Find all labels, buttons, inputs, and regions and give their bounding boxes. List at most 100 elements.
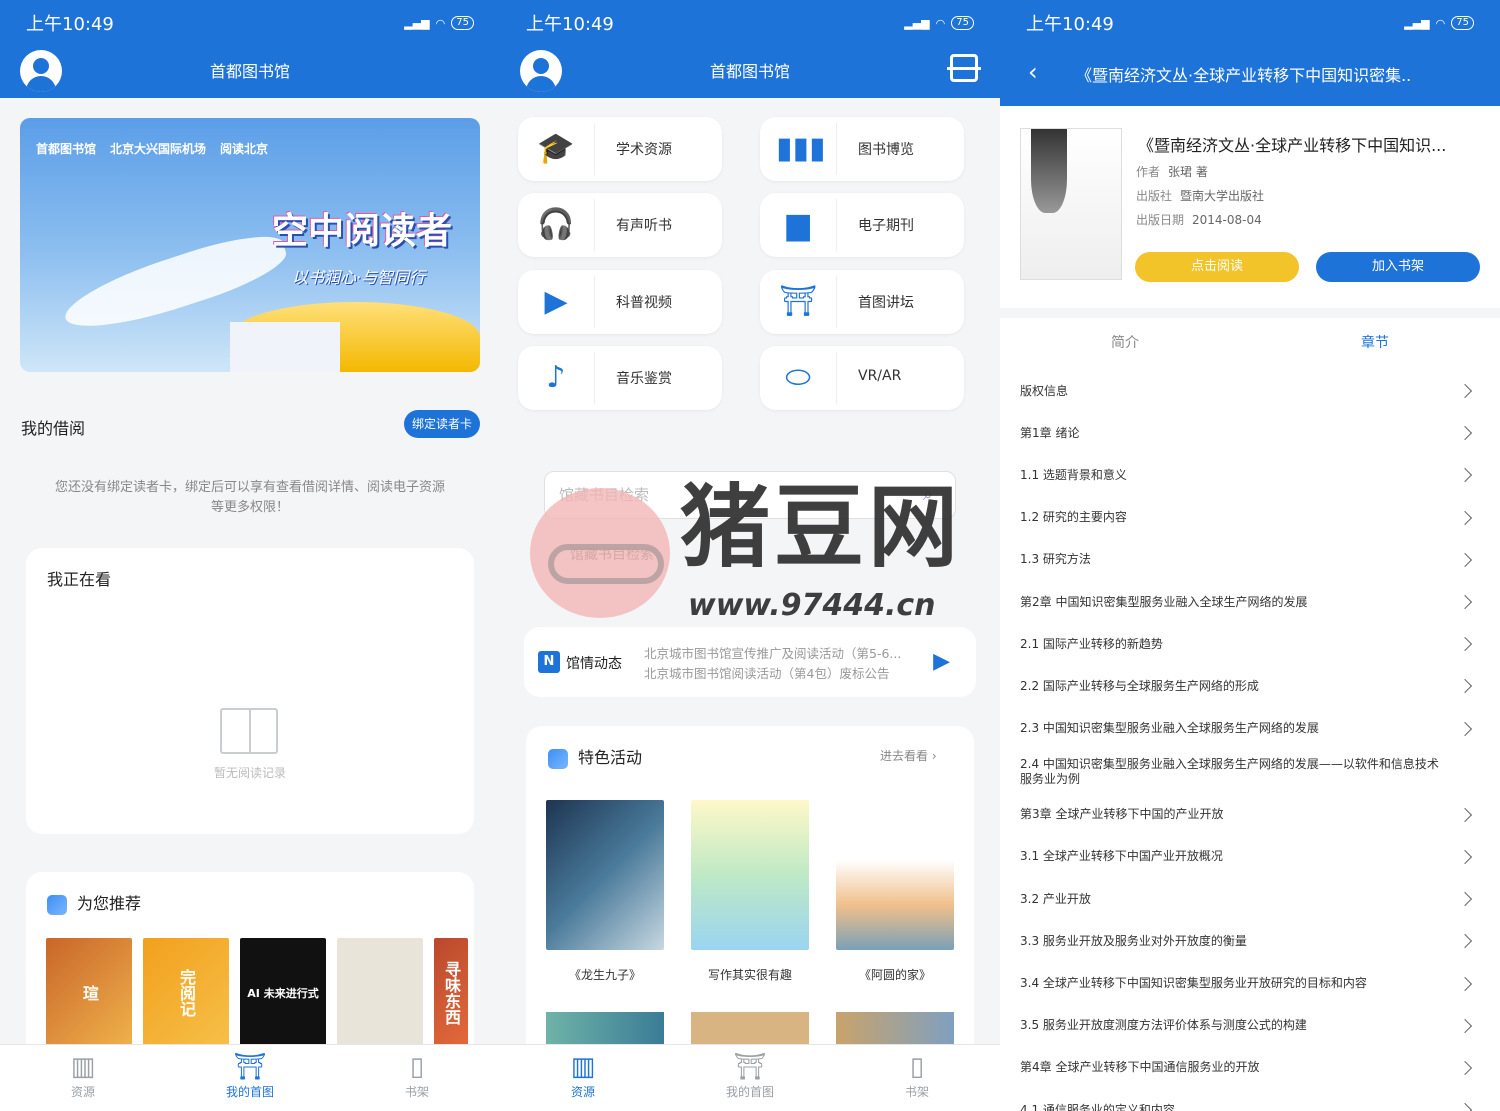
video-icon: ▶: [544, 284, 568, 319]
add-to-shelf-button[interactable]: 加入书架: [1316, 252, 1480, 282]
activity-item[interactable]: 《龙生九子》: [546, 800, 664, 983]
activity-title: 《龙生九子》: [568, 968, 641, 982]
section-icon: [47, 894, 67, 915]
chevron-right-icon: ›: [931, 749, 937, 763]
play-arrow-icon[interactable]: ▶: [933, 649, 950, 674]
book-title: 《暨南经济文丛·全球产业转移下中国知识...: [1138, 136, 1447, 155]
catalog-search[interactable]: 馆藏书目检索 ⌕: [544, 471, 956, 519]
library-logo: 首都图书馆: [36, 141, 97, 156]
chapter-item[interactable]: 3.5 服务业开放度测度方法评价体系与测度公式的构建: [1000, 1005, 1500, 1047]
chevron-right-icon: [1457, 892, 1473, 907]
app-bar: ‹ 《暨南经济文丛·全球产业转移下中国知识密集..: [1000, 46, 1500, 106]
chapter-item[interactable]: 3.1 全球产业转移下中国产业开放概况: [1000, 836, 1500, 878]
tab-bookshelf[interactable]: ▯ 书架: [867, 1051, 967, 1100]
grid-lecture[interactable]: ⛩ 首图讲坛: [760, 270, 964, 334]
chapter-item[interactable]: 2.4 中国知识密集型服务业融入全球服务生产网络的发展——以软件和信息技术服务业…: [1000, 750, 1500, 794]
temple-icon: ⛩: [233, 1052, 267, 1082]
grid-books[interactable]: ▮▮▮ 图书博览: [760, 117, 964, 181]
battery-icon: 75: [951, 16, 974, 30]
chapter-item[interactable]: 3.4 全球产业转移下中国知识密集型服务业开放研究的目标和内容: [1000, 962, 1500, 1004]
grid-label: 有声听书: [616, 218, 672, 234]
activity-image: [691, 800, 809, 950]
status-bar: 上午10:49 ▂▄▆ ◠ 75: [0, 0, 500, 46]
book-cover[interactable]: 寻味东西: [434, 938, 468, 1048]
chapter-title: 1.2 研究的主要内容: [1020, 510, 1127, 525]
grid-audiobook[interactable]: 🎧 有声听书: [518, 193, 722, 257]
chevron-right-icon: [1457, 384, 1473, 399]
bar-chart-icon: ▥: [570, 1052, 596, 1082]
chevron-right-icon: [1457, 1060, 1473, 1075]
grid-ejournal[interactable]: ▆ 电子期刊: [760, 193, 964, 257]
grid-vr[interactable]: ⬭ VR/AR: [760, 346, 964, 410]
activity-item[interactable]: 写作其实很有趣: [691, 800, 809, 983]
activity-image[interactable]: [546, 1012, 664, 1044]
read-button[interactable]: 点击阅读: [1135, 252, 1299, 282]
tab-intro[interactable]: 简介: [1000, 332, 1250, 352]
chapter-item[interactable]: 第1章 绪论: [1000, 412, 1500, 454]
book-cover: [1020, 128, 1122, 280]
tab-bookshelf[interactable]: ▯ 书架: [367, 1051, 467, 1100]
wifi-icon: ◠: [935, 16, 946, 30]
chapter-title: 第1章 绪论: [1020, 425, 1080, 440]
chapter-item[interactable]: 2.1 国际产业转移的新趋势: [1000, 623, 1500, 665]
publisher-label: 出版社: [1136, 189, 1173, 203]
activity-title: 写作其实很有趣: [707, 968, 792, 982]
chapter-item[interactable]: 第3章 全球产业转移下中国的产业开放: [1000, 794, 1500, 836]
news-item[interactable]: 北京城市图书馆阅读活动（第4包）废标公告: [644, 663, 926, 682]
banner-subtitle: 以书润心·与智同行: [292, 268, 426, 287]
tab-my-library[interactable]: ⛩ 我的首图: [700, 1051, 800, 1100]
grid-academic[interactable]: 🎓 学术资源: [518, 117, 722, 181]
activity-image: [546, 800, 664, 950]
chapter-item[interactable]: 1.3 研究方法: [1000, 539, 1500, 581]
activity-item[interactable]: 《阿圆的家》: [836, 800, 954, 983]
chapter-item[interactable]: 3.2 产业开放: [1000, 878, 1500, 920]
scan-icon[interactable]: [947, 54, 981, 82]
back-arrow-icon[interactable]: ‹: [1028, 58, 1038, 86]
temple-icon: ⛩: [778, 284, 818, 319]
chapter-item[interactable]: 3.3 服务业开放及服务业对外开放度的衡量: [1000, 920, 1500, 962]
bind-card-button[interactable]: 绑定读者卡: [404, 410, 480, 438]
search-icon[interactable]: ⌕: [923, 484, 933, 505]
chapter-item[interactable]: 第4章 全球产业转移下中国通信服务业的开放: [1000, 1047, 1500, 1089]
books-icon: ▮▮▮: [776, 131, 826, 166]
book-cover[interactable]: 瑄: [46, 938, 132, 1048]
reading-card: [26, 548, 474, 834]
chapter-item[interactable]: 1.1 选题背景和意义: [1000, 454, 1500, 496]
chapter-title: 2.3 中国知识密集型服务业融入全球服务生产网络的发展: [1020, 721, 1319, 736]
news-item[interactable]: 北京城市图书馆宣传推广及阅读活动（第5-6...: [644, 643, 926, 662]
chapter-item[interactable]: 第2章 中国知识密集型服务业融入全球生产网络的发展: [1000, 581, 1500, 623]
activity-image[interactable]: [836, 1012, 954, 1044]
wifi-icon: ◠: [1435, 16, 1446, 30]
news-box[interactable]: N 馆情动态 北京城市图书馆宣传推广及阅读活动（第5-6... 北京城市图书馆阅…: [524, 627, 976, 697]
chapter-item[interactable]: 版权信息: [1000, 370, 1500, 412]
wifi-icon: ◠: [435, 16, 446, 30]
book-icon: ▯: [409, 1052, 425, 1082]
activity-image[interactable]: [691, 1012, 809, 1044]
app-bar: 首都图书馆: [0, 46, 500, 98]
status-time: 上午10:49: [1026, 14, 1114, 35]
chapter-title: 3.3 服务业开放及服务业对外开放度的衡量: [1020, 933, 1247, 948]
more-link[interactable]: 进去看看 ›: [880, 747, 937, 764]
book-cover[interactable]: 完阅记: [143, 938, 229, 1048]
search-placeholder: 馆藏书目检索: [559, 486, 650, 504]
grid-music[interactable]: ♪ 音乐鉴赏: [518, 346, 722, 410]
chapter-title: 4.1 通信服务业的定义和内容: [1020, 1102, 1175, 1111]
chevron-right-icon: [1457, 721, 1473, 736]
grid-video[interactable]: ▶ 科普视频: [518, 270, 722, 334]
banner[interactable]: 首都图书馆 北京大兴国际机场 阅读北京 空中阅读者 以书润心·与智同行: [20, 118, 480, 372]
tab-resources[interactable]: ▥ 资源: [33, 1051, 133, 1100]
chapter-item[interactable]: 2.2 国际产业转移与全球服务生产网络的形成: [1000, 665, 1500, 707]
chapter-item[interactable]: 2.3 中国知识密集型服务业融入全球服务生产网络的发展: [1000, 708, 1500, 750]
book-cover[interactable]: AI 未来进行式: [240, 938, 326, 1048]
tab-chapters[interactable]: 章节: [1250, 332, 1500, 352]
tab-my-library[interactable]: ⛩ 我的首图: [200, 1051, 300, 1100]
chapter-title: 版权信息: [1020, 383, 1069, 398]
tab-label: 我的首图: [725, 1085, 774, 1099]
headphones-icon: 🎧: [537, 207, 575, 242]
tab-resources[interactable]: ▥ 资源: [533, 1051, 633, 1100]
book-cover[interactable]: [337, 938, 423, 1048]
bind-hint: 您还没有绑定读者卡，绑定后可以享有查看借阅详情、阅读电子资源等更多权限！: [54, 480, 445, 515]
chapter-item[interactable]: 4.1 通信服务业的定义和内容: [1000, 1089, 1500, 1111]
chapter-item[interactable]: 1.2 研究的主要内容: [1000, 497, 1500, 539]
tab-label: 资源: [70, 1085, 95, 1099]
